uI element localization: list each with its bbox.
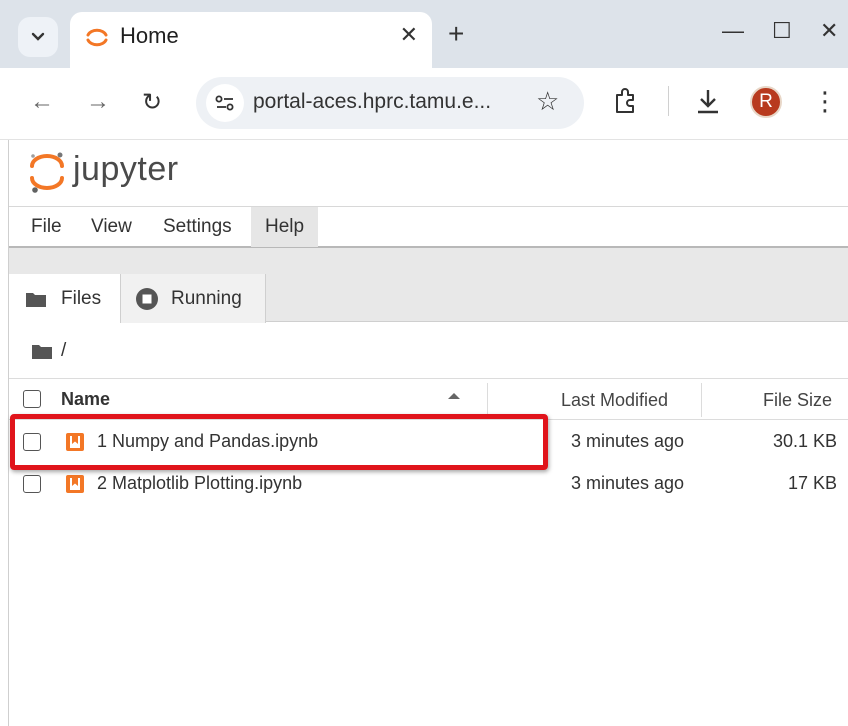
file-checkbox[interactable] bbox=[23, 475, 41, 493]
file-size: 30.1 KB bbox=[772, 431, 837, 451]
menu-file[interactable]: File bbox=[21, 207, 72, 247]
file-size: 17 KB bbox=[787, 473, 837, 493]
breadcrumb: / bbox=[31, 336, 66, 366]
maximize-icon[interactable]: ☐ bbox=[772, 18, 792, 44]
chevron-down-icon bbox=[31, 32, 45, 41]
jupyter-favicon-icon bbox=[86, 28, 108, 47]
close-window-icon[interactable]: ✕ bbox=[820, 18, 838, 44]
browser-menu-icon[interactable]: ⋮ bbox=[812, 86, 838, 117]
address-bar[interactable]: portal-aces.hprc.tamu.e... ☆ bbox=[196, 77, 584, 129]
new-tab-icon[interactable]: + bbox=[448, 18, 464, 50]
site-info-icon[interactable] bbox=[206, 84, 244, 122]
column-divider[interactable] bbox=[487, 383, 488, 417]
column-file-size[interactable]: File Size bbox=[763, 390, 832, 411]
file-modified: 3 minutes ago bbox=[571, 431, 685, 451]
tab-files-label: Files bbox=[61, 287, 102, 309]
reload-icon[interactable]: ↻ bbox=[142, 88, 162, 117]
download-icon[interactable] bbox=[694, 86, 722, 116]
stop-circle-icon bbox=[136, 287, 158, 310]
folder-icon bbox=[26, 292, 46, 307]
jupyter-menubar: File View Settings Help bbox=[9, 206, 848, 248]
extensions-icon[interactable] bbox=[612, 86, 640, 116]
jupyter-header: jupyter bbox=[9, 140, 848, 206]
toolbar-divider bbox=[668, 86, 669, 116]
close-tab-icon[interactable]: ✕ bbox=[400, 22, 418, 48]
browser-toolbar: ← → ↻ portal-aces.hprc.tamu.e... ☆ R ⋮ bbox=[0, 68, 848, 140]
minimize-icon[interactable]: — bbox=[722, 18, 744, 44]
tab-files[interactable]: Files bbox=[9, 274, 121, 323]
browser-tab-strip: Home ✕ + — ☐ ✕ bbox=[0, 0, 848, 68]
menu-settings[interactable]: Settings bbox=[153, 207, 242, 247]
profile-avatar[interactable]: R bbox=[750, 86, 782, 118]
jupyter-wordmark: jupyter bbox=[73, 150, 179, 188]
forward-icon[interactable]: → bbox=[86, 88, 110, 116]
menu-help[interactable]: Help bbox=[251, 207, 319, 247]
tab-running[interactable]: Running bbox=[121, 274, 266, 323]
bookmark-star-icon[interactable]: ☆ bbox=[536, 86, 559, 117]
notebook-icon bbox=[66, 475, 84, 493]
column-divider[interactable] bbox=[701, 383, 702, 417]
browser-tab-home[interactable]: Home ✕ bbox=[70, 12, 432, 68]
menu-view[interactable]: View bbox=[81, 207, 142, 247]
breadcrumb-path[interactable]: / bbox=[61, 340, 66, 362]
highlight-box bbox=[10, 414, 548, 470]
panel-gap bbox=[9, 248, 848, 274]
column-name[interactable]: Name bbox=[61, 389, 110, 410]
sort-ascending-icon[interactable] bbox=[447, 391, 461, 401]
file-modified: 3 minutes ago bbox=[571, 473, 685, 493]
sidebar-tabs: Files Running bbox=[9, 274, 848, 323]
file-name[interactable]: 2 Matplotlib Plotting.ipynb bbox=[97, 473, 302, 494]
select-all-checkbox[interactable] bbox=[23, 390, 41, 408]
tab-search-button[interactable] bbox=[18, 17, 58, 57]
tab-title: Home bbox=[120, 23, 179, 48]
back-icon[interactable]: ← bbox=[30, 88, 54, 116]
jupyter-logo-icon bbox=[30, 152, 64, 193]
column-last-modified[interactable]: Last Modified bbox=[561, 390, 668, 411]
url-text: portal-aces.hprc.tamu.e... bbox=[253, 90, 492, 113]
folder-home-icon[interactable] bbox=[31, 342, 53, 360]
tab-running-label: Running bbox=[171, 287, 242, 309]
